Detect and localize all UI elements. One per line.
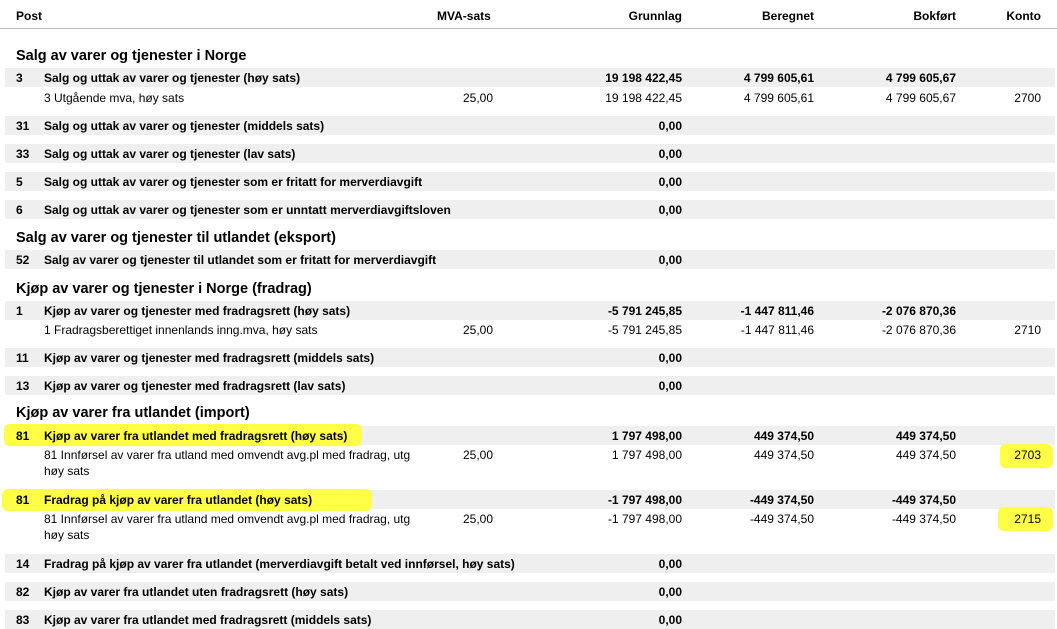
row-post: 31 [16, 119, 30, 133]
row-post: 33 [16, 147, 30, 161]
detail-sats: 25,00 [462, 512, 493, 526]
row-post: 3 [16, 71, 23, 85]
row-desc: Salg og uttak av varer og tjenester (høy… [44, 71, 301, 85]
row-post: 14 [16, 557, 30, 571]
detail-sats: 25,00 [462, 91, 493, 105]
row-post: 5 [16, 175, 23, 189]
detail-desc: 1 Fradragsberettiget innenlands inng.mva… [44, 323, 318, 337]
section-title: Salg av varer og tjenester til utlandet … [16, 230, 336, 246]
row-grunnlag: 0,00 [658, 147, 682, 161]
detail-beregnet: -449 374,50 [749, 512, 814, 526]
row-post: 6 [16, 203, 23, 217]
row-beregnet: 4 799 605,61 [743, 71, 814, 85]
detail-grunnlag: 1 797 498,00 [611, 448, 682, 462]
row-post: 82 [16, 585, 30, 599]
header-beregnet: Beregnet [761, 9, 814, 23]
row-post: 11 [16, 351, 29, 365]
row-desc: Fradrag på kjøp av varer fra utlandet (h… [44, 493, 313, 507]
row-post: 13 [16, 379, 30, 393]
detail-sats: 25,00 [462, 323, 493, 337]
header-grunnlag: Grunnlag [628, 9, 682, 23]
row-grunnlag: 19 198 422,45 [605, 71, 682, 85]
detail-beregnet: -1 447 811,46 [740, 323, 814, 337]
detail-konto: 2703 [1014, 448, 1041, 462]
row-grunnlag: 0,00 [658, 585, 682, 599]
detail-desc: 3 Utgående mva, høy sats [44, 91, 185, 105]
header-konto: Konto [1006, 9, 1041, 23]
detail-konto: 2700 [1014, 91, 1041, 105]
row-grunnlag: 0,00 [658, 253, 682, 267]
row-grunnlag: 1 797 498,00 [611, 429, 682, 443]
detail-bokfort: 449 374,50 [895, 448, 956, 462]
row-post: 83 [16, 613, 30, 627]
detail-beregnet: 449 374,50 [753, 448, 814, 462]
row-post: 52 [16, 253, 30, 267]
row-desc: Kjøp av varer fra utlandet uten fradrags… [44, 585, 349, 599]
row-bokfort: 4 799 605,67 [885, 71, 956, 85]
row-grunnlag: 0,00 [658, 119, 682, 133]
detail-konto: 2710 [1014, 323, 1041, 337]
row-desc: Salg og uttak av varer og tjenester som … [44, 203, 451, 217]
detail-desc: 81 Innførsel av varer fra utland med omv… [44, 448, 411, 478]
section-title: Salg av varer og tjenester i Norge [16, 48, 247, 64]
row-desc: Kjøp av varer og tjenester med fradragsr… [44, 351, 375, 365]
detail-desc: 81 Innførsel av varer fra utland med omv… [44, 512, 411, 542]
row-desc: Fradrag på kjøp av varer fra utlandet (m… [44, 557, 515, 571]
header-bokfort: Bokført [913, 9, 956, 23]
row-grunnlag: -1 797 498,00 [607, 493, 682, 507]
row-beregnet: 449 374,50 [753, 429, 814, 443]
row-beregnet: -1 447 811,46 [740, 304, 814, 318]
row-grunnlag: 0,00 [658, 379, 682, 393]
detail-konto: 2715 [1014, 512, 1041, 526]
detail-bokfort: -2 076 870,36 [881, 323, 956, 337]
row-bokfort: -2 076 870,36 [881, 304, 956, 318]
row-desc: Kjøp av varer fra utlandet med fradragsr… [44, 613, 372, 627]
row-grunnlag: -5 791 245,85 [607, 304, 682, 318]
header-post: Post [16, 9, 43, 23]
row-desc: Salg og uttak av varer og tjenester (lav… [44, 147, 296, 161]
row-desc: Salg av varer og tjenester til utlandet … [44, 253, 437, 267]
detail-beregnet: 4 799 605,61 [743, 91, 814, 105]
row-grunnlag: 0,00 [658, 613, 682, 627]
row-post: 81 [16, 493, 30, 507]
detail-grunnlag: -1 797 498,00 [607, 512, 682, 526]
row-post: 81 [16, 429, 30, 443]
row-desc: Salg og uttak av varer og tjenester som … [44, 175, 423, 189]
header-divider [0, 28, 1057, 29]
detail-grunnlag: -5 791 245,85 [607, 323, 682, 337]
detail-sats: 25,00 [462, 448, 493, 462]
detail-bokfort: -449 374,50 [891, 512, 956, 526]
detail-bokfort: 4 799 605,67 [885, 91, 956, 105]
detail-grunnlag: 19 198 422,45 [605, 91, 682, 105]
row-desc: Kjøp av varer fra utlandet med fradragsr… [44, 429, 348, 443]
row-desc: Kjøp av varer og tjenester med fradragsr… [44, 304, 351, 318]
row-desc: Kjøp av varer og tjenester med fradragsr… [44, 379, 346, 393]
section-title: Kjøp av varer fra utlandet (import) [16, 405, 250, 421]
header-mva-sats: MVA-sats [437, 9, 491, 23]
row-bokfort: 449 374,50 [895, 429, 956, 443]
row-bokfort: -449 374,50 [891, 493, 956, 507]
row-grunnlag: 0,00 [658, 557, 682, 571]
row-beregnet: -449 374,50 [749, 493, 814, 507]
row-post: 1 [16, 304, 23, 318]
row-grunnlag: 0,00 [658, 351, 682, 365]
row-grunnlag: 0,00 [658, 203, 682, 217]
row-desc: Salg og uttak av varer og tjenester (mid… [44, 119, 325, 133]
row-grunnlag: 0,00 [658, 175, 682, 189]
section-title: Kjøp av varer og tjenester i Norge (frad… [16, 281, 312, 297]
